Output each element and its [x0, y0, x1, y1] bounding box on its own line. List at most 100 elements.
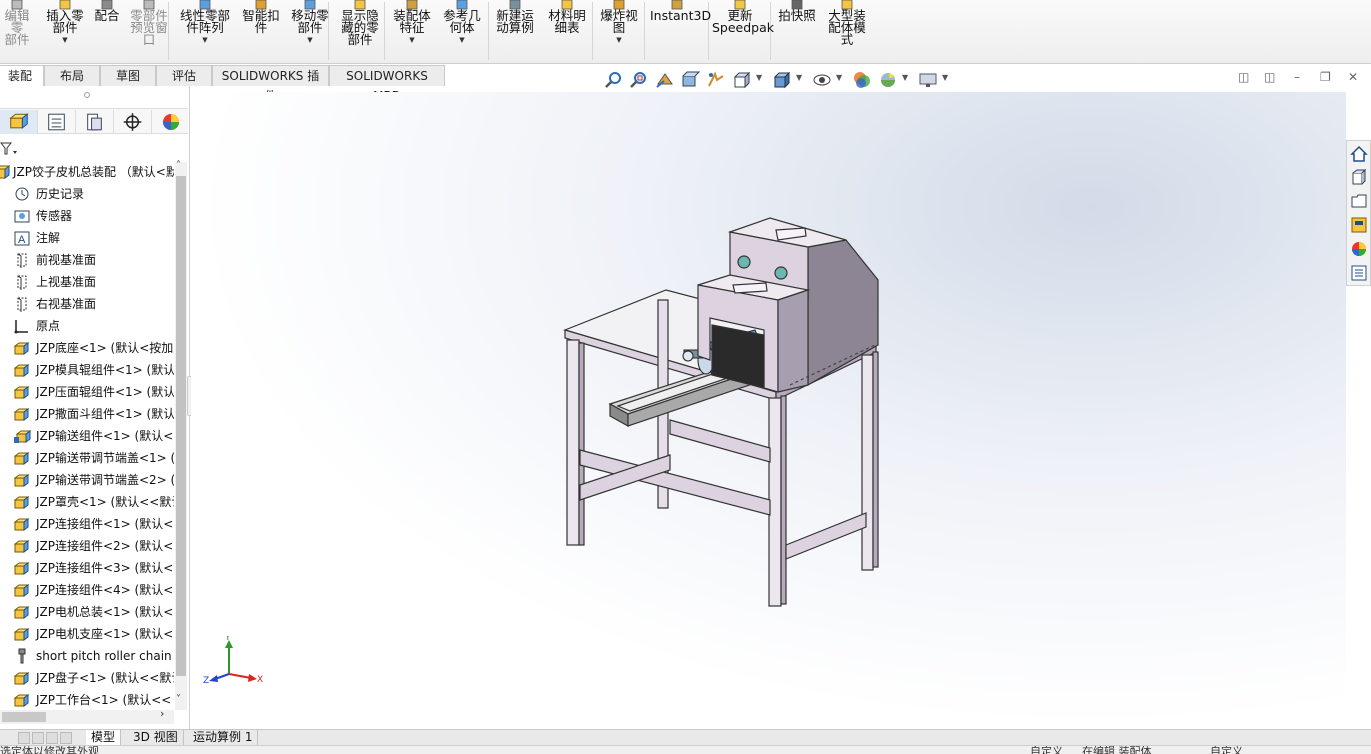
tree-item[interactable]: JZP盘子<1> (默认<<默认	[0, 668, 174, 688]
tree-item[interactable]: 右视基准面	[0, 294, 174, 314]
tab-layout[interactable]: 布局	[44, 65, 100, 86]
tree-item[interactable]: JZP工作台<1> (默认<<	[0, 690, 174, 710]
tree-horizontal-scrollbar[interactable]: ›	[0, 707, 174, 724]
panel-pin-icon[interactable]	[84, 92, 90, 98]
tree-item[interactable]: JZP电机支座<1> (默认<<	[0, 624, 174, 644]
chevron-down-icon[interactable]: ▼	[596, 36, 642, 44]
minimize-icon[interactable]: –	[1294, 70, 1300, 84]
view-orientation-icon[interactable]	[732, 70, 752, 90]
insert-components-button[interactable]: 插入零 部件 ▼	[44, 0, 86, 62]
zoom-to-fit-icon[interactable]	[604, 70, 624, 90]
chevron-down-icon[interactable]: ▼	[902, 73, 908, 82]
instant3d-button[interactable]: Instant3D	[650, 0, 711, 62]
exploded-view-button[interactable]: 爆炸视 图 ▼	[596, 0, 642, 62]
feature-manager-tab-icon[interactable]	[0, 110, 38, 134]
tree-item[interactable]: 历史记录	[0, 184, 174, 204]
chevron-down-icon[interactable]: ▼	[756, 73, 762, 82]
prev-tab-arrow-icon[interactable]	[32, 732, 44, 744]
move-component-button[interactable]: 移动零 部件 ▼	[288, 0, 332, 62]
filter-icon[interactable]	[0, 142, 18, 156]
chevron-down-icon[interactable]: ▼	[390, 36, 434, 44]
home-icon[interactable]	[1350, 145, 1368, 163]
configuration-manager-tab-icon[interactable]	[76, 110, 114, 134]
tree-item[interactable]: 前视基准面	[0, 250, 174, 270]
previous-view-icon[interactable]	[655, 70, 675, 90]
tree-vertical-scrollbar[interactable]: ˄ ˅	[175, 160, 187, 710]
first-tab-arrow-icon[interactable]	[18, 732, 30, 744]
tree-item[interactable]: 上视基准面	[0, 272, 174, 292]
mate-button[interactable]: 配合	[92, 0, 122, 62]
assembly-features-button[interactable]: 装配体 特征 ▼	[390, 0, 434, 62]
tree-item[interactable]: JZP连接组件<4> (默认<	[0, 580, 174, 600]
graphics-area[interactable]: Y X Z	[191, 92, 1346, 729]
tree-item[interactable]: 传感器	[0, 206, 174, 226]
tree-item[interactable]: JZP输送带调节端盖<1> (	[0, 448, 174, 468]
property-manager-tab-icon[interactable]	[38, 110, 76, 134]
display-manager-tab-icon[interactable]	[152, 110, 190, 134]
tree-item[interactable]: JZP罩壳<1> (默认<<默认	[0, 492, 174, 512]
zoom-to-area-icon[interactable]	[629, 70, 649, 90]
tree-filter[interactable]	[0, 138, 186, 160]
dumpling-wrapper-machine-model[interactable]	[191, 92, 1346, 729]
tab-assembly[interactable]: 装配体	[0, 65, 44, 103]
status-custom-units[interactable]: 自定义	[1030, 746, 1063, 754]
tree-item[interactable]: JZP输送带调节端盖<2> (	[0, 470, 174, 490]
tree-item[interactable]: JZP连接组件<2> (默认<	[0, 536, 174, 556]
tree-item[interactable]: 原点	[0, 316, 174, 336]
chevron-down-icon[interactable]: ▼	[288, 36, 332, 44]
show-hidden-components-button[interactable]: 显示隐 藏的零 部件	[338, 0, 382, 62]
tree-item[interactable]: A 注解	[0, 228, 174, 248]
next-tab-arrow-icon[interactable]	[46, 732, 58, 744]
tree-item[interactable]: JZP电机总装<1> (默认<	[0, 602, 174, 622]
tab-3d-views[interactable]: 3D 视图	[128, 730, 184, 746]
dynamic-annotation-icon[interactable]	[706, 70, 726, 90]
update-speedpak-button[interactable]: 更新 Speedpak	[712, 0, 774, 62]
display-style-icon[interactable]	[772, 70, 792, 90]
apply-scene-icon[interactable]	[878, 70, 898, 90]
tree-item[interactable]: JZP连接组件<3> (默认<	[0, 558, 174, 578]
restore-icon[interactable]: ❐	[1320, 70, 1331, 84]
scroll-up-icon[interactable]: ˄	[176, 160, 181, 171]
dimxpert-manager-tab-icon[interactable]	[114, 110, 152, 134]
tab-evaluate[interactable]: 评估	[156, 65, 212, 86]
take-snapshot-button[interactable]: 拍快照	[776, 0, 818, 62]
file-explorer-icon[interactable]	[1350, 192, 1368, 210]
tree-item[interactable]: JZP压面辊组件<1> (默认	[0, 382, 174, 402]
status-custom-units-2[interactable]: 自定义	[1210, 746, 1243, 754]
tab-model[interactable]: 模型	[86, 730, 122, 746]
component-preview-button[interactable]: 零部件 预览窗 口	[128, 0, 170, 62]
machine-housing[interactable]	[697, 217, 879, 393]
chevron-down-icon[interactable]: ▼	[836, 73, 842, 82]
tree-root[interactable]: JZP饺子皮机总装配 （默认<默	[0, 162, 174, 182]
tab-solidworks-mbd[interactable]: SOLIDWORKS MBD	[329, 65, 445, 103]
tile-left-icon[interactable]: ◫	[1238, 70, 1249, 84]
last-tab-arrow-icon[interactable]	[60, 732, 72, 744]
chevron-down-icon[interactable]: ▼	[176, 36, 234, 44]
tree-horizontal-scroll-thumb[interactable]	[2, 712, 46, 722]
tree-item[interactable]: JZP模具辊组件<1> (默认	[0, 360, 174, 380]
tile-right-icon[interactable]: ◫	[1264, 70, 1275, 84]
scroll-right-icon[interactable]: ›	[160, 707, 164, 720]
smart-fasteners-button[interactable]: 智能扣 件	[240, 0, 282, 62]
chevron-down-icon[interactable]: ▼	[44, 36, 86, 44]
reference-geometry-button[interactable]: 参考几 何体 ▼	[440, 0, 484, 62]
large-assembly-mode-button[interactable]: 大型装 配体模 式	[824, 0, 870, 62]
edit-appearance-icon[interactable]	[852, 70, 872, 90]
section-view-icon[interactable]	[680, 70, 700, 90]
view-settings-icon[interactable]	[918, 70, 938, 90]
design-library-icon[interactable]	[1350, 168, 1368, 186]
tree-vertical-scroll-thumb[interactable]	[176, 176, 186, 676]
appearances-icon[interactable]	[1350, 240, 1368, 258]
tab-solidworks-addins[interactable]: SOLIDWORKS 插件	[212, 65, 329, 103]
chevron-down-icon[interactable]: ▼	[440, 36, 484, 44]
chevron-down-icon[interactable]: ▼	[942, 73, 948, 82]
custom-properties-icon[interactable]	[1350, 264, 1368, 282]
tab-motion-study-1[interactable]: 运动算例 1	[188, 730, 259, 746]
scroll-down-icon[interactable]: ˅	[176, 694, 181, 705]
tree-item[interactable]: JZP撒面斗组件<1> (默认	[0, 404, 174, 424]
hide-show-items-icon[interactable]	[812, 70, 832, 90]
close-icon[interactable]: ✕	[1348, 70, 1358, 84]
tree-item[interactable]: short pitch roller chain w	[0, 646, 174, 666]
tree-item[interactable]: JZP输送组件<1> (默认<	[0, 426, 174, 446]
tree-item[interactable]: JZP连接组件<1> (默认<	[0, 514, 174, 534]
